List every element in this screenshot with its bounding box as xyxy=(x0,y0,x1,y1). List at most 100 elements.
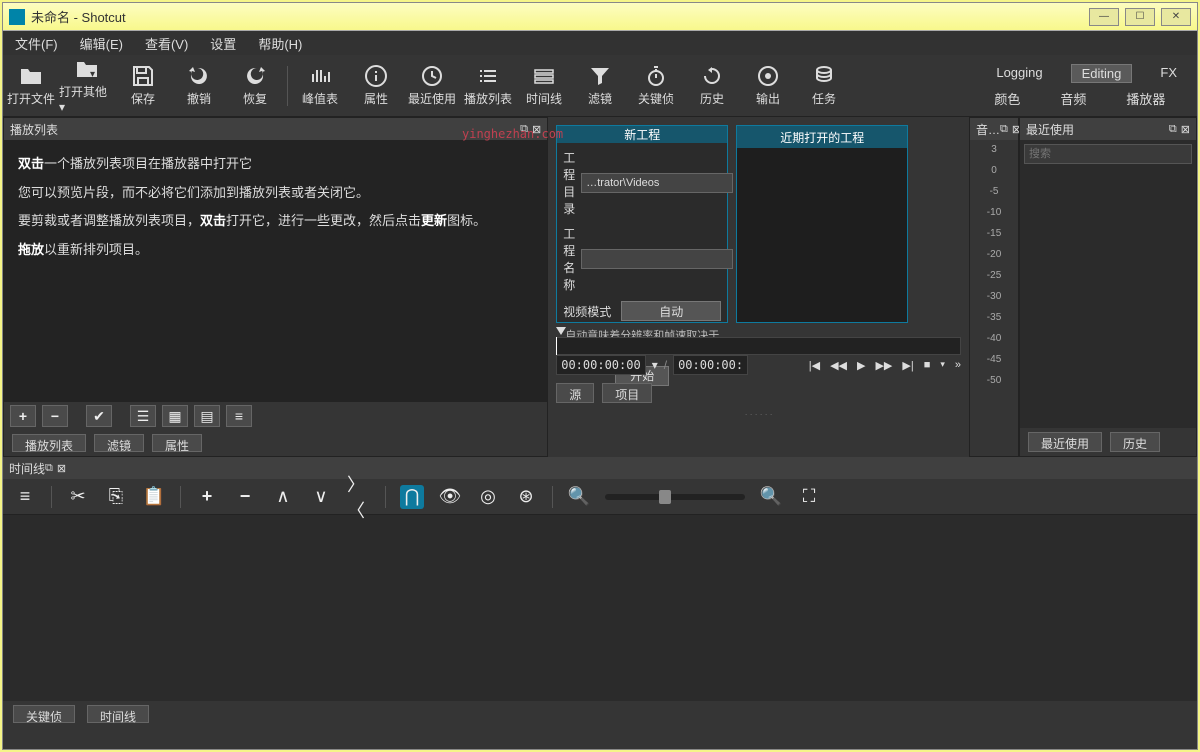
toolbar-meter[interactable]: 峰值表 xyxy=(292,57,348,115)
lift-button[interactable]: ∧ xyxy=(271,485,295,509)
view-grid-button[interactable]: ▦ xyxy=(162,405,188,427)
zoom-out-button[interactable]: 🔍 xyxy=(567,485,591,509)
menu-设置[interactable]: 设置 xyxy=(206,32,240,55)
forward-button[interactable]: ▶▶ xyxy=(875,359,892,372)
video-mode-select[interactable]: 自动 xyxy=(621,301,721,321)
panel-popout-icon[interactable]: ⧉ xyxy=(45,462,53,475)
mode-logging[interactable]: Logging xyxy=(986,64,1052,83)
split-button[interactable]: 〉〈 xyxy=(347,485,371,509)
add-button[interactable]: + xyxy=(10,405,36,427)
preview-tab-项目[interactable]: 项目 xyxy=(602,383,652,403)
menu-帮助(H)[interactable]: 帮助(H) xyxy=(254,32,306,55)
toolbar-folder-plus[interactable]: ▾打开其他 ▾ xyxy=(59,57,115,115)
panel-popout-icon[interactable]: ⧉ xyxy=(1000,123,1008,136)
copy-button[interactable]: ⎘ xyxy=(104,485,128,509)
titlebar: 未命名 - Shotcut — ☐ ✕ xyxy=(3,3,1197,31)
menubar: 文件(F) 编辑(E) 查看(V) 设置帮助(H) xyxy=(3,31,1197,55)
recent-tab-最近使用[interactable]: 最近使用 xyxy=(1028,432,1102,452)
folder-plus-icon: ▾ xyxy=(75,57,99,81)
scrub-button[interactable]: 👁 xyxy=(438,485,462,509)
clock-icon xyxy=(420,64,444,88)
menu-查看(V)[interactable]: 查看(V) xyxy=(141,32,192,55)
mode-fx[interactable]: FX xyxy=(1150,64,1187,83)
playlist-body: 双击一个播放列表项目在播放器中打开它您可以预览片段，而不必将它们添加到播放列表或… xyxy=(4,140,547,402)
recent-search-input[interactable] xyxy=(1024,144,1192,164)
skip-end-button[interactable]: ▶| xyxy=(902,359,913,372)
mode-颜色[interactable]: 颜色 xyxy=(994,89,1020,108)
bottom-tab-关键侦[interactable]: 关键侦 xyxy=(13,705,75,723)
ripple-all-button[interactable]: ⊛ xyxy=(514,485,538,509)
panel-popout-icon[interactable]: ⧉ xyxy=(1169,123,1177,136)
remove-button[interactable]: − xyxy=(42,405,68,427)
close-button[interactable]: ✕ xyxy=(1161,8,1191,26)
paste-button[interactable]: 📋 xyxy=(142,485,166,509)
toolbar-disc[interactable]: 输出 xyxy=(740,57,796,115)
project-name-input[interactable] xyxy=(581,249,733,269)
playhead-icon[interactable] xyxy=(556,327,566,335)
toolbar-filter[interactable]: 滤镜 xyxy=(572,57,628,115)
project-dir-input[interactable] xyxy=(581,173,733,193)
tl-menu-button[interactable]: ≡ xyxy=(13,485,37,509)
minimize-button[interactable]: — xyxy=(1089,8,1119,26)
recent-projects-panel: 近期打开的工程 xyxy=(736,125,908,323)
bottom-tab-时间线[interactable]: 时间线 xyxy=(87,705,149,723)
mode-editing[interactable]: Editing xyxy=(1071,64,1133,83)
panel-close-icon[interactable]: ⊠ xyxy=(1181,123,1190,136)
timecode-current[interactable]: 00:00:00:00 xyxy=(556,355,645,375)
disc-icon xyxy=(756,64,780,88)
view-detail-button[interactable]: ▤ xyxy=(194,405,220,427)
rewind-button[interactable]: ◀◀ xyxy=(830,359,847,372)
menu-文件(F)[interactable]: 文件(F) xyxy=(11,32,62,55)
toolbar-timeline[interactable]: 时间线 xyxy=(516,57,572,115)
play-button[interactable]: ▶ xyxy=(857,359,865,372)
more-button[interactable]: » xyxy=(955,359,961,372)
preview-tab-源[interactable]: 源 xyxy=(556,383,594,403)
zoom-slider[interactable] xyxy=(605,494,745,500)
timecode-dropdown-icon[interactable]: ▾ xyxy=(652,358,658,372)
snap-button[interactable]: ⋂ xyxy=(400,485,424,509)
scrub-bar[interactable] xyxy=(548,327,969,351)
skip-start-button[interactable]: |◀ xyxy=(809,359,820,372)
panel-close-icon[interactable]: ⊠ xyxy=(57,462,66,475)
stop-button[interactable]: ■ xyxy=(924,359,931,372)
app-icon xyxy=(9,9,25,25)
append-button[interactable]: + xyxy=(195,485,219,509)
timeline-tracks[interactable] xyxy=(3,515,1197,701)
window-title: 未命名 - Shotcut xyxy=(31,7,1089,26)
filter-icon xyxy=(588,64,612,88)
playlist-tab-属性[interactable]: 属性 xyxy=(152,434,202,452)
recent-panel: 最近使用⧉⊠ 最近使用历史 xyxy=(1019,117,1197,457)
toolbar-history[interactable]: 历史 xyxy=(684,57,740,115)
toolbar-folder[interactable]: 打开文件 xyxy=(3,57,59,115)
toolbar-info[interactable]: 属性 xyxy=(348,57,404,115)
cut-button[interactable]: ✂ xyxy=(66,485,90,509)
mode-播放器[interactable]: 播放器 xyxy=(1126,89,1165,108)
zoom-in-button[interactable]: 🔍 xyxy=(759,485,783,509)
toolbar-save[interactable]: 保存 xyxy=(115,57,171,115)
menu-编辑(E)[interactable]: 编辑(E) xyxy=(76,32,127,55)
check-button[interactable]: ✔ xyxy=(86,405,112,427)
toolbar-clock[interactable]: 最近使用 xyxy=(404,57,460,115)
playlist-tab-播放列表[interactable]: 播放列表 xyxy=(12,434,86,452)
toolbar-stopwatch[interactable]: 关键侦 xyxy=(628,57,684,115)
toolbar-list[interactable]: 播放列表 xyxy=(460,57,516,115)
recent-projects-header: 近期打开的工程 xyxy=(737,126,907,148)
main-toolbar: 打开文件▾打开其他 ▾保存撤销恢复峰值表属性最近使用播放列表时间线滤镜关键侦历史… xyxy=(3,55,1197,117)
toolbar-redo[interactable]: 恢复 xyxy=(227,57,283,115)
toolbar-stack[interactable]: 任务 xyxy=(796,57,852,115)
ripple-button[interactable]: ◎ xyxy=(476,485,500,509)
insert-button[interactable]: ∨ xyxy=(309,485,333,509)
view-list-button[interactable]: ☰ xyxy=(130,405,156,427)
timeline-panel-header: 时间线 ⧉⊠ xyxy=(3,457,1197,479)
mode-音频[interactable]: 音频 xyxy=(1060,89,1086,108)
recent-tab-历史[interactable]: 历史 xyxy=(1110,432,1160,452)
menu-button[interactable]: ≡ xyxy=(226,405,252,427)
zoom-fit-button[interactable]: ⛶ xyxy=(797,485,821,509)
maximize-button[interactable]: ☐ xyxy=(1125,8,1155,26)
stopwatch-icon xyxy=(644,64,668,88)
playlist-tab-滤镜[interactable]: 滤镜 xyxy=(94,434,144,452)
delete-button[interactable]: − xyxy=(233,485,257,509)
meter-icon xyxy=(308,64,332,88)
audio-meter-panel: 音…⧉⊠ 30-5-10-15-20-25-30-35-40-45-50 xyxy=(969,117,1019,457)
toolbar-undo[interactable]: 撤销 xyxy=(171,57,227,115)
